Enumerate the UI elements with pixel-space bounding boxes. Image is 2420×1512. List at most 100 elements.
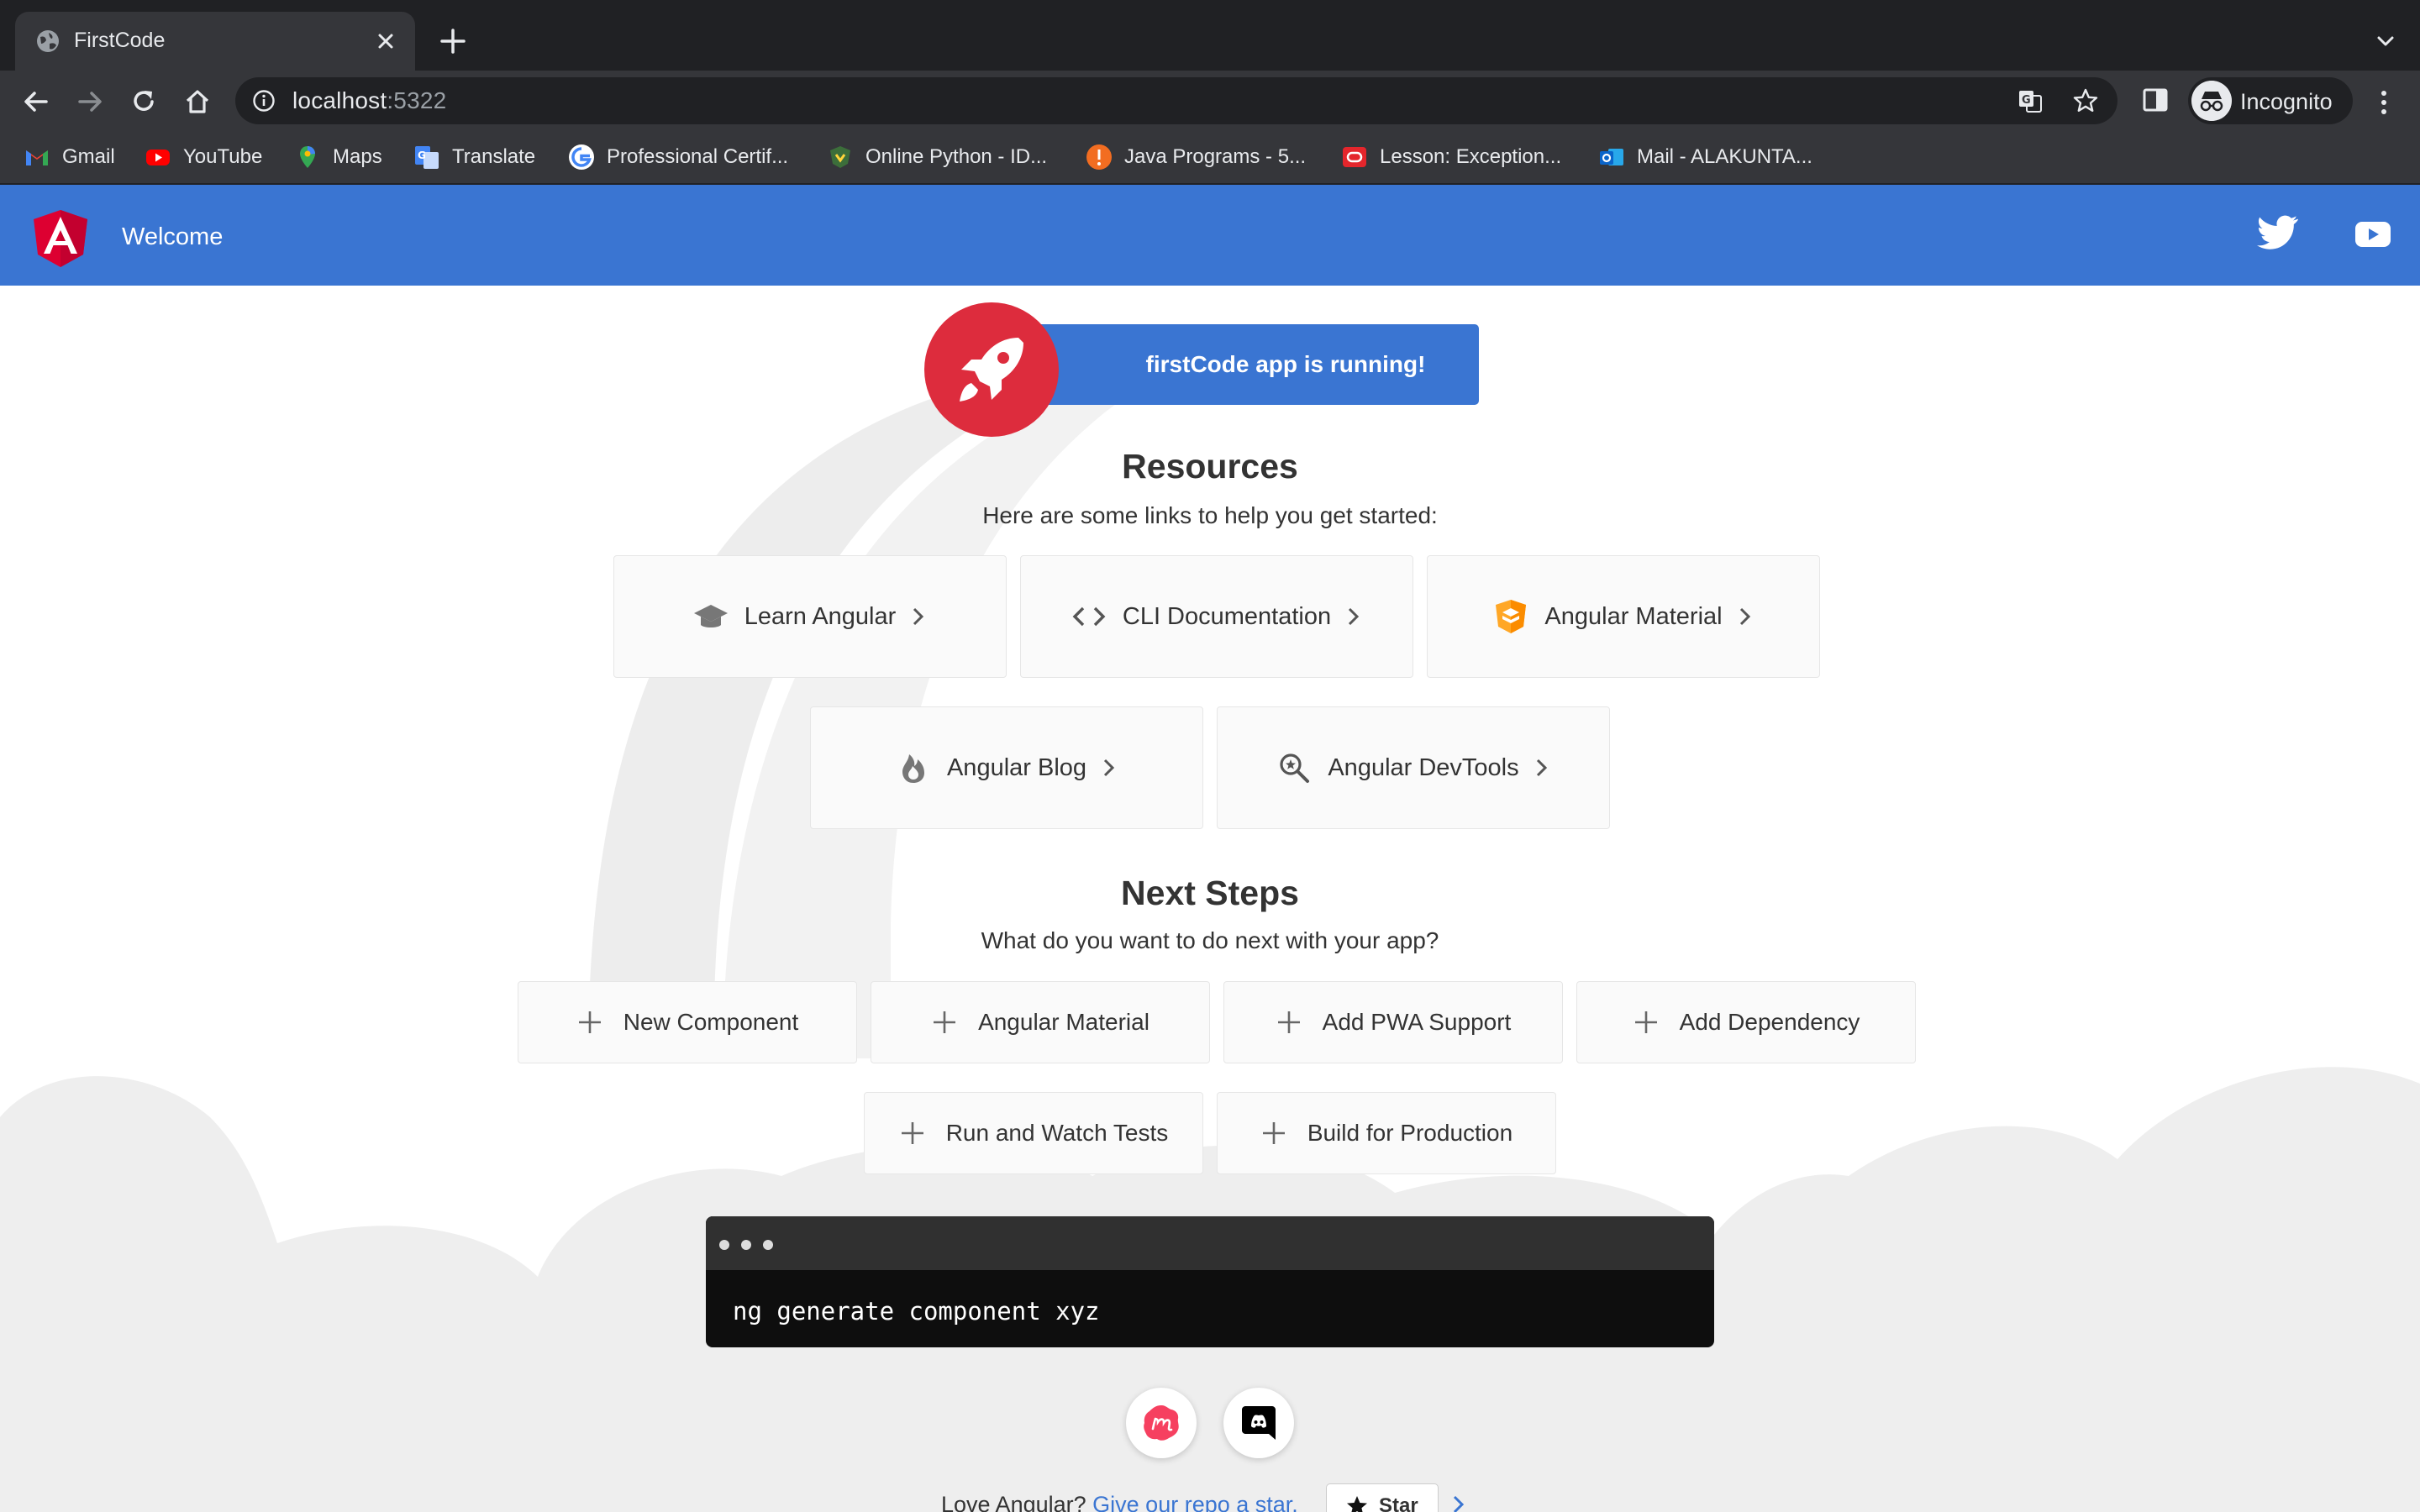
gmail-icon bbox=[26, 150, 48, 165]
youtube-icon bbox=[146, 150, 170, 165]
bookmark-mail[interactable]: Mail - ALAKUNTA... bbox=[1598, 143, 1812, 171]
chevron-right-icon bbox=[1349, 607, 1360, 626]
incognito-icon bbox=[2191, 81, 2232, 121]
plus-icon bbox=[1262, 1122, 1285, 1144]
card-angular-blog[interactable]: Angular Blog bbox=[810, 706, 1203, 829]
bookmark-label: Gmail bbox=[62, 145, 115, 168]
forward-arrow-icon[interactable] bbox=[74, 86, 106, 118]
google-icon bbox=[569, 144, 594, 170]
card-label: Angular Blog bbox=[946, 753, 1087, 781]
plus-icon bbox=[1277, 1011, 1300, 1033]
tab-title: FirstCode bbox=[74, 29, 166, 52]
card-label: CLI Documentation bbox=[1122, 602, 1332, 630]
plus-icon bbox=[578, 1011, 601, 1033]
bookmark-youtube[interactable]: YouTube bbox=[145, 143, 262, 171]
meetup-icon bbox=[1144, 1405, 1179, 1441]
love-angular-text: Love Angular? Give our repo a star. bbox=[941, 1492, 1298, 1512]
resources-heading: Resources bbox=[1122, 447, 1298, 486]
svg-text:G: G bbox=[418, 150, 426, 161]
running-text: firstCode app is running! bbox=[1145, 351, 1426, 377]
give-star-link[interactable]: Give our repo a star. bbox=[1092, 1492, 1298, 1512]
twitter-icon[interactable] bbox=[2257, 215, 2299, 252]
youtube-logo-icon[interactable] bbox=[2354, 217, 2391, 250]
browser-toolbar: localhost:5322 G Incognito bbox=[0, 71, 2420, 131]
code-brackets-icon bbox=[1072, 606, 1106, 627]
bookmark-star-icon[interactable] bbox=[2072, 87, 2099, 114]
step-new-component[interactable]: New Component bbox=[518, 981, 857, 1063]
step-label: Add Dependency bbox=[1679, 1009, 1860, 1035]
bookmark-translate[interactable]: G Translate bbox=[413, 143, 535, 171]
step-add-pwa-support[interactable]: Add PWA Support bbox=[1223, 981, 1563, 1063]
browser-tab[interactable]: FirstCode bbox=[15, 12, 415, 71]
rocket-icon bbox=[960, 338, 1023, 402]
bookmarks-bar: Gmail YouTube Maps G Translate Professio… bbox=[0, 131, 2420, 185]
github-star-button[interactable]: Star bbox=[1326, 1483, 1439, 1512]
resources-subtitle: Here are some links to help you get star… bbox=[982, 502, 1438, 528]
next-steps-subtitle: What do you want to do next with your ap… bbox=[981, 927, 1439, 953]
chevron-down-icon[interactable] bbox=[2373, 29, 2398, 54]
more-menu-icon[interactable] bbox=[2371, 87, 2396, 118]
card-cli-documentation[interactable]: CLI Documentation bbox=[1020, 555, 1413, 678]
devtools-search-icon bbox=[1280, 753, 1310, 783]
angular-material-icon bbox=[1496, 600, 1527, 633]
chevron-right-icon[interactable] bbox=[1450, 1494, 1467, 1512]
step-run-and-watch-tests[interactable]: Run and Watch Tests bbox=[864, 1092, 1203, 1174]
meetup-link[interactable] bbox=[1126, 1388, 1197, 1458]
tab-strip: FirstCode bbox=[0, 0, 2420, 71]
terminal-dot bbox=[763, 1240, 773, 1250]
star-icon bbox=[1347, 1496, 1367, 1512]
translate-page-icon[interactable]: G bbox=[2017, 87, 2044, 114]
bookmark-label: Mail - ALAKUNTA... bbox=[1637, 145, 1812, 168]
page-content: Welcome firstCode app is running! Resour… bbox=[0, 185, 2420, 1512]
terminal-window: ng generate component xyz bbox=[706, 1216, 1714, 1347]
close-tab-icon[interactable] bbox=[371, 27, 400, 55]
java-icon bbox=[1086, 144, 1112, 170]
plus-icon bbox=[934, 1011, 956, 1033]
reload-icon[interactable] bbox=[128, 86, 160, 118]
app-running-banner: firstCode app is running! bbox=[992, 324, 1479, 405]
translate-icon: G bbox=[415, 146, 439, 169]
discord-link[interactable] bbox=[1223, 1388, 1294, 1458]
card-label: Angular Material bbox=[1544, 602, 1723, 630]
card-learn-angular[interactable]: Learn Angular bbox=[613, 555, 1007, 678]
card-label: Angular DevTools bbox=[1328, 753, 1519, 781]
card-angular-devtools[interactable]: Angular DevTools bbox=[1217, 706, 1610, 829]
love-text: Love Angular? bbox=[941, 1492, 1086, 1512]
bookmark-professional-certificate[interactable]: Professional Certif... bbox=[568, 143, 788, 171]
url-text: localhost:5322 bbox=[292, 87, 446, 114]
bookmark-maps[interactable]: Maps bbox=[294, 143, 382, 171]
step-add-dependency[interactable]: Add Dependency bbox=[1576, 981, 1916, 1063]
back-arrow-icon[interactable] bbox=[20, 86, 52, 118]
graduation-cap-icon bbox=[693, 605, 728, 627]
card-angular-material[interactable]: Angular Material bbox=[1427, 555, 1820, 678]
step-label: Angular Material bbox=[978, 1009, 1150, 1035]
url-host: localhost bbox=[292, 87, 387, 113]
home-icon[interactable] bbox=[182, 86, 213, 118]
chevron-right-icon bbox=[1536, 759, 1547, 777]
chevron-right-icon bbox=[913, 607, 924, 626]
terminal-titlebar bbox=[706, 1216, 1714, 1270]
bookmark-label: YouTube bbox=[183, 145, 263, 168]
info-icon[interactable] bbox=[252, 89, 276, 113]
url-port: :5322 bbox=[387, 87, 447, 113]
side-panel-icon[interactable] bbox=[2141, 86, 2170, 114]
discord-icon bbox=[1242, 1406, 1276, 1440]
bookmark-java-programs[interactable]: Java Programs - 5... bbox=[1086, 143, 1306, 171]
angular-logo-icon[interactable] bbox=[34, 210, 87, 267]
step-label: Build for Production bbox=[1307, 1120, 1513, 1146]
address-bar[interactable]: localhost:5322 G bbox=[235, 77, 2118, 124]
terminal-dot bbox=[719, 1240, 729, 1250]
toolbar-title: Welcome bbox=[122, 223, 224, 250]
terminal-command[interactable]: ng generate component xyz bbox=[733, 1297, 1100, 1326]
maps-icon bbox=[300, 146, 315, 168]
step-build-for-production[interactable]: Build for Production bbox=[1217, 1092, 1556, 1174]
bookmark-lesson-exception[interactable]: Lesson: Exception... bbox=[1341, 143, 1561, 171]
step-angular-material[interactable]: Angular Material bbox=[871, 981, 1210, 1063]
bookmark-label: Online Python - ID... bbox=[865, 145, 1048, 168]
step-label: Add PWA Support bbox=[1322, 1009, 1512, 1035]
bookmark-online-python[interactable]: Online Python - ID... bbox=[827, 143, 1047, 171]
outlook-icon bbox=[1600, 149, 1623, 165]
bookmark-gmail[interactable]: Gmail bbox=[24, 143, 115, 171]
new-tab-icon[interactable] bbox=[437, 25, 469, 57]
incognito-profile-button[interactable]: Incognito bbox=[2188, 77, 2353, 124]
